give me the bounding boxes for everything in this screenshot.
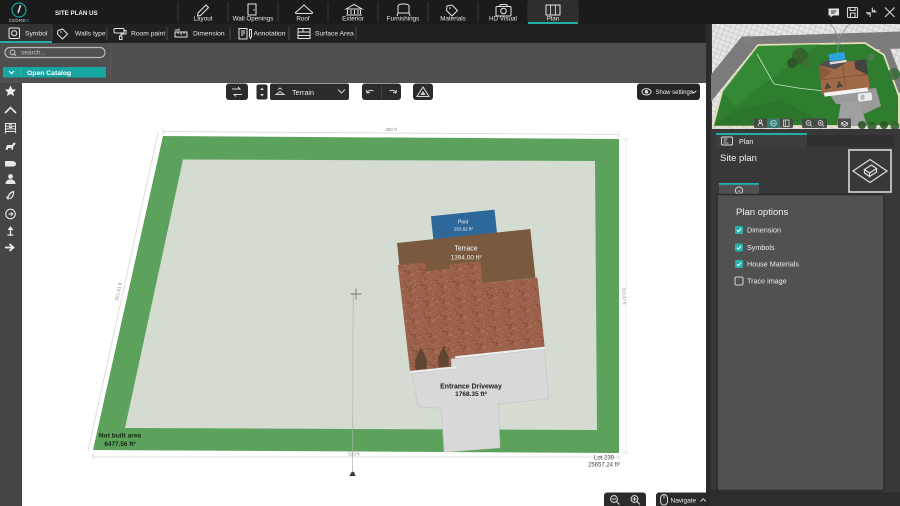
svg-text:Roof: Roof bbox=[296, 16, 310, 23]
svg-text:Open Catalog: Open Catalog bbox=[27, 70, 71, 77]
svg-text:Room paint: Room paint bbox=[131, 31, 165, 38]
svg-text:Symbol: Symbol bbox=[25, 31, 48, 38]
svg-text:Layout: Layout bbox=[194, 16, 213, 23]
svg-text:Show settings: Show settings bbox=[656, 90, 693, 96]
svg-text:Trace image: Trace image bbox=[747, 276, 787, 285]
svg-text:CEDREO: CEDREO bbox=[9, 18, 30, 23]
svg-text:Plan options: Plan options bbox=[736, 207, 789, 218]
svg-text:Terrain: Terrain bbox=[292, 88, 314, 97]
svg-text:Dimension: Dimension bbox=[193, 31, 225, 38]
svg-text:Wall Openings: Wall Openings bbox=[233, 16, 274, 23]
svg-text:Walls type: Walls type bbox=[75, 31, 106, 38]
svg-text:Site plan: Site plan bbox=[720, 153, 757, 164]
svg-text:Exterior: Exterior bbox=[342, 16, 364, 23]
svg-text:House Materials: House Materials bbox=[747, 259, 799, 268]
svg-text:Dimension: Dimension bbox=[747, 225, 781, 234]
svg-text:Symbols: Symbols bbox=[747, 243, 775, 252]
svg-text:search...: search... bbox=[21, 50, 46, 57]
svg-text:Materials: Materials bbox=[440, 16, 466, 23]
svg-text:Annotation: Annotation bbox=[254, 31, 286, 38]
svg-text:Furnishings: Furnishings bbox=[387, 16, 420, 23]
svg-text:HD Visual: HD Visual bbox=[489, 16, 517, 23]
svg-text:Surface Area: Surface Area bbox=[315, 31, 354, 38]
svg-text:Plan: Plan bbox=[739, 137, 753, 146]
svg-text:SITE PLAN US: SITE PLAN US bbox=[55, 10, 98, 17]
svg-text:Navigate: Navigate bbox=[671, 497, 697, 504]
svg-text:Plan: Plan bbox=[547, 16, 560, 23]
